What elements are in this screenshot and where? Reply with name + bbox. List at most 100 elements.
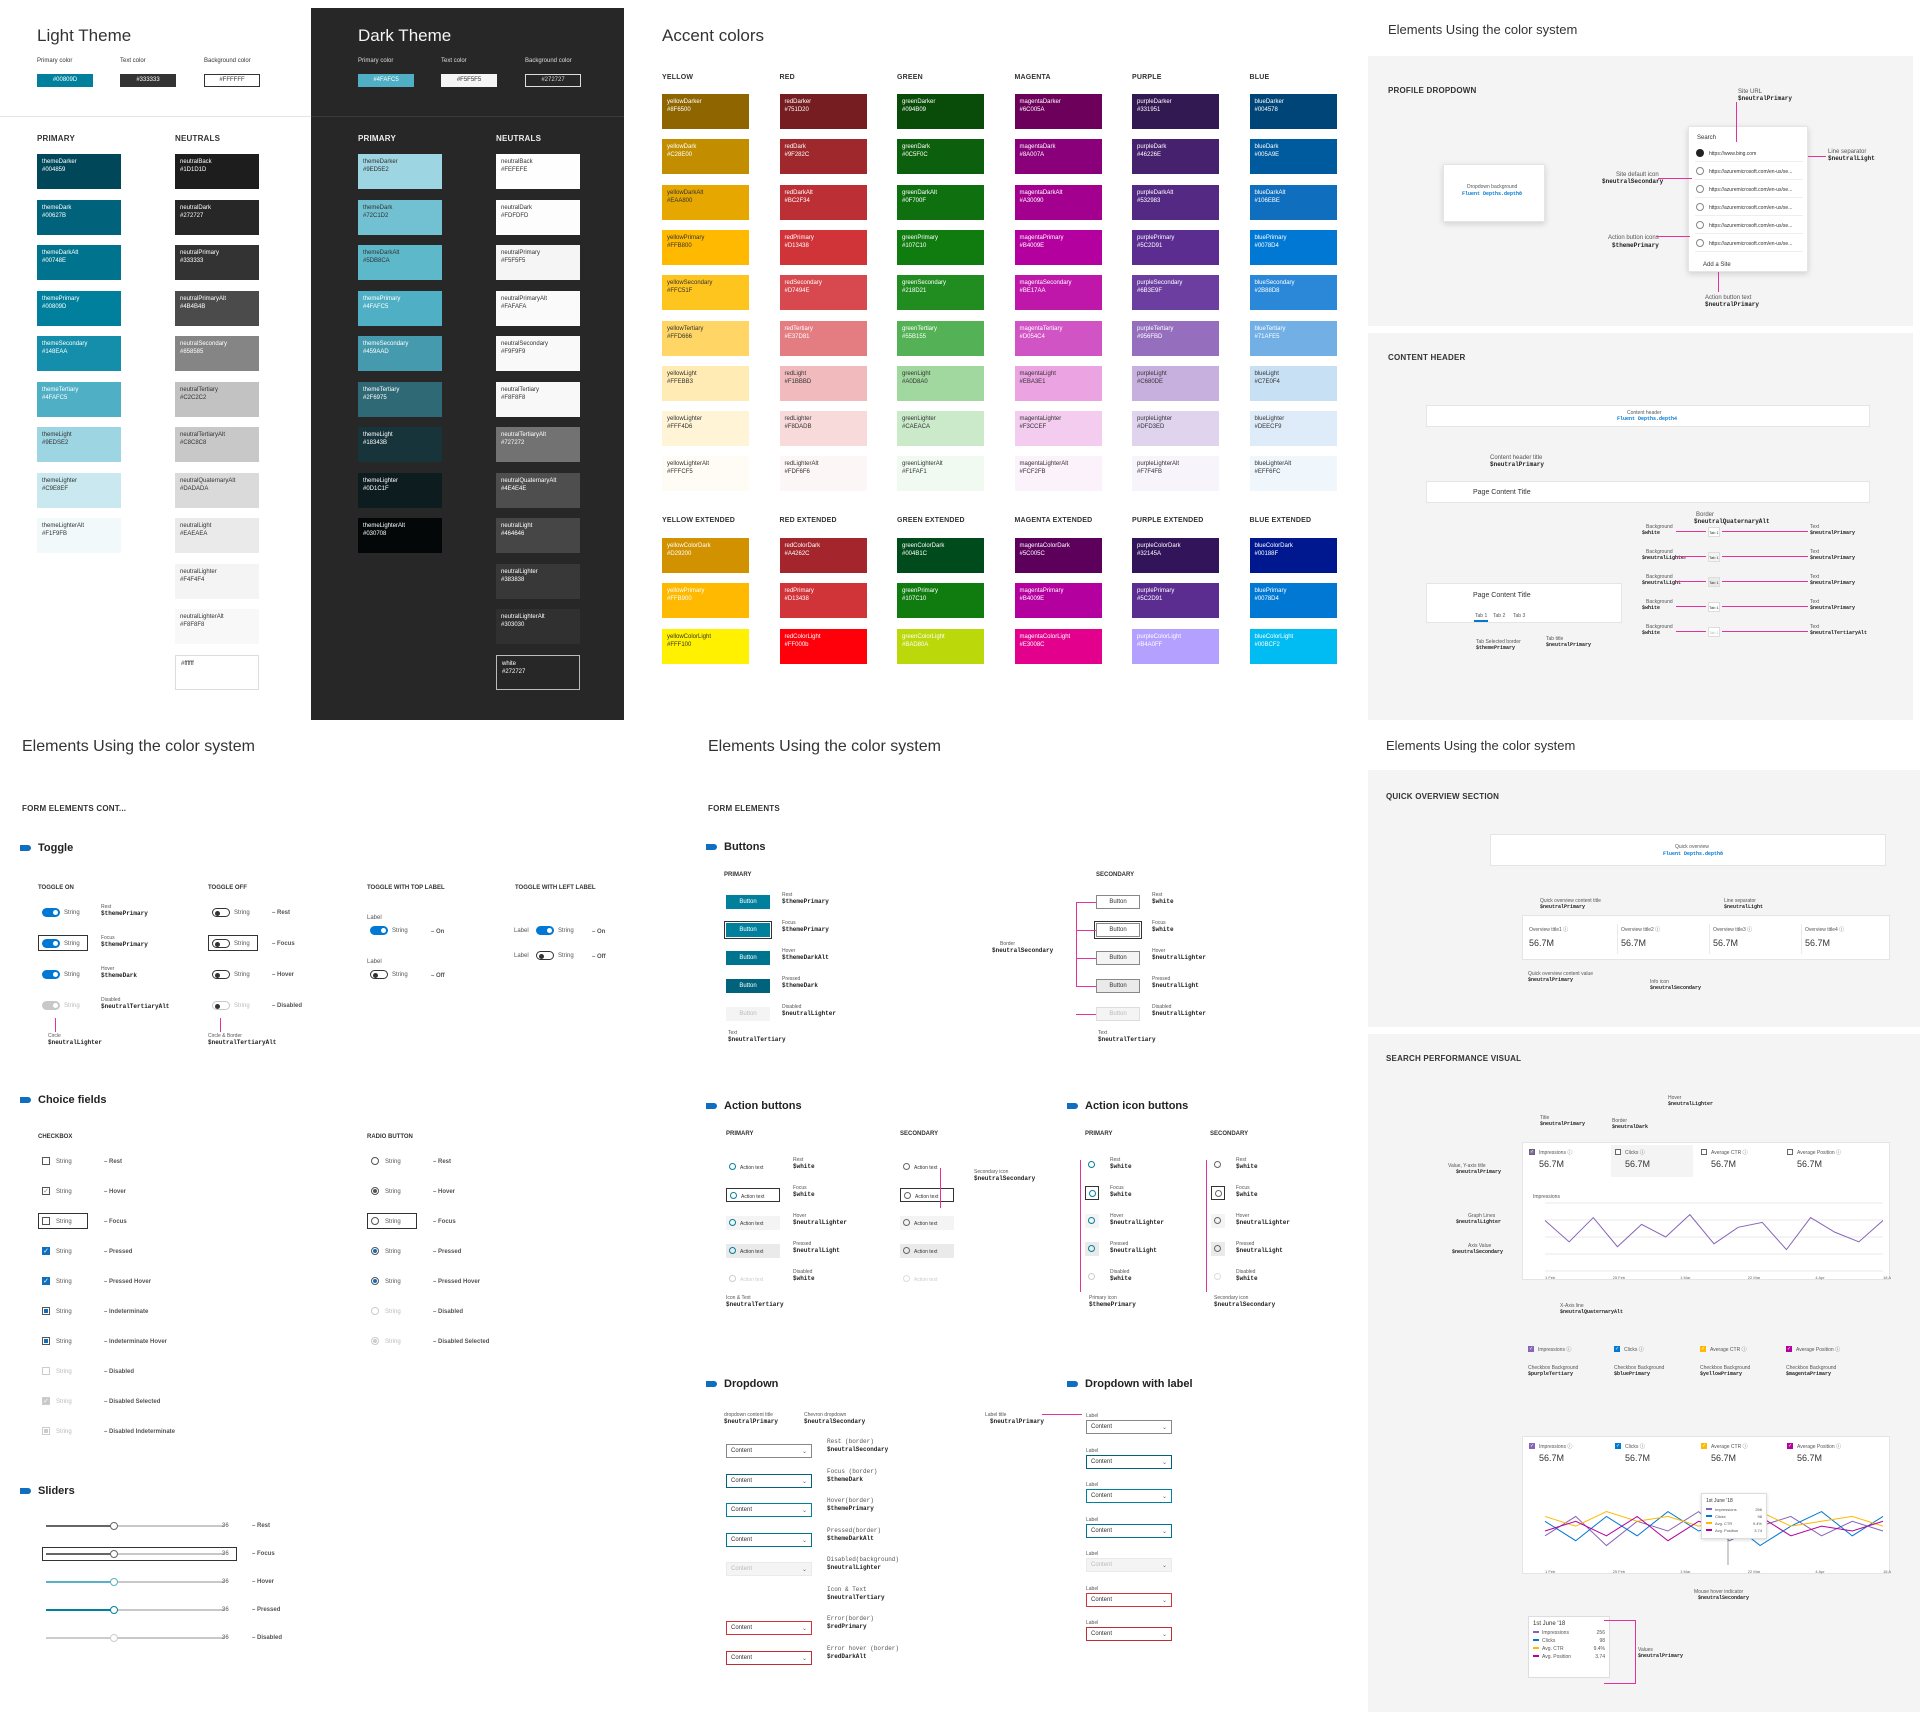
swatch-hex: #F1BBBD xyxy=(784,378,812,385)
toggle-switch[interactable] xyxy=(212,1001,230,1010)
toggle-switch[interactable] xyxy=(42,908,60,917)
toggle-switch[interactable] xyxy=(212,908,230,917)
toggle-switch[interactable] xyxy=(370,970,388,979)
text-color-label: Text color xyxy=(441,58,467,64)
slider-thumb[interactable] xyxy=(110,1578,118,1586)
primary-button[interactable]: Button xyxy=(726,895,770,909)
swatch-name: purpleLight xyxy=(1137,370,1167,377)
metric-checkbox[interactable]: ✓ xyxy=(1700,1346,1706,1352)
dropdown-field[interactable]: Content ⌄ xyxy=(726,1621,812,1635)
dropdown-field[interactable]: Content ⌄ xyxy=(1086,1523,1172,1538)
secondary-button[interactable]: Button xyxy=(1094,921,1142,939)
globe-icon xyxy=(1696,203,1704,211)
dropdown-field[interactable]: Content ⌄ xyxy=(726,1650,812,1665)
toggle-switch[interactable] xyxy=(42,970,60,979)
indeterminate-mark xyxy=(44,1309,48,1313)
radio-button[interactable] xyxy=(371,1157,379,1165)
secondary-button[interactable]: Button xyxy=(1096,979,1140,993)
dropdown-field[interactable]: Content ⌄ xyxy=(726,1562,812,1576)
action-button[interactable]: Action text xyxy=(726,1188,780,1202)
checkbox[interactable]: ✓ xyxy=(42,1397,50,1405)
radio-label: String xyxy=(385,1159,401,1165)
checkbox[interactable]: ✓ xyxy=(42,1247,50,1255)
tab-2[interactable]: Tab 2 xyxy=(1493,612,1505,620)
tab-1[interactable]: Tab 1 xyxy=(1475,612,1487,620)
icon-button[interactable] xyxy=(1085,1214,1099,1228)
dropdown-field[interactable]: Content ⌄ xyxy=(1086,1558,1172,1572)
tab-3[interactable]: Tab 3 xyxy=(1513,612,1525,620)
primary-button[interactable]: Button xyxy=(726,1007,770,1021)
icon-button[interactable] xyxy=(1211,1158,1225,1172)
toggle-label: String xyxy=(64,910,80,916)
secondary-action-button[interactable]: Action text xyxy=(900,1188,954,1202)
site-url[interactable]: https://azuremicrosoft.com/en-us/se... xyxy=(1709,222,1792,230)
radio-dot xyxy=(373,1279,377,1283)
toggle-switch[interactable] xyxy=(536,926,554,935)
checkbox[interactable]: ✓ xyxy=(42,1187,50,1195)
accent-swatch: purpleLighter #DFD3ED xyxy=(1132,411,1219,447)
icon-button[interactable] xyxy=(1085,1186,1099,1200)
slider-thumb[interactable] xyxy=(110,1606,118,1614)
icon-button[interactable] xyxy=(1211,1214,1225,1228)
icon-button[interactable] xyxy=(1085,1158,1099,1172)
dropdown-field[interactable]: Content ⌄ xyxy=(726,1503,812,1517)
callout-line xyxy=(1076,1014,1096,1015)
icon-button[interactable] xyxy=(1085,1242,1099,1256)
state-token: $themePrimary xyxy=(101,910,148,917)
slider-thumb[interactable] xyxy=(110,1634,118,1642)
checkbox[interactable] xyxy=(42,1367,50,1375)
page-content-title-bar: Page Content Title xyxy=(1426,481,1870,503)
state-token: $white xyxy=(1110,1163,1132,1170)
icon-button[interactable] xyxy=(1211,1186,1225,1200)
dropdown-field[interactable]: Content ⌄ xyxy=(726,1444,812,1458)
secondary-action-button[interactable]: Action text xyxy=(900,1272,954,1286)
action-button[interactable]: Action text xyxy=(726,1272,780,1286)
site-url[interactable]: https://azuremicrosoft.com/en-us/se... xyxy=(1709,204,1792,212)
secondary-button[interactable]: Button xyxy=(1096,951,1140,965)
site-url[interactable]: https://www.bing.com xyxy=(1709,150,1756,158)
toggle-switch[interactable] xyxy=(42,1001,60,1010)
secondary-button[interactable]: Button xyxy=(1096,1007,1140,1021)
primary-button[interactable]: Button xyxy=(726,951,770,965)
add-site-link[interactable]: Add a Site xyxy=(1703,261,1731,269)
icon-button[interactable] xyxy=(1211,1270,1225,1284)
dropdown-field[interactable]: Content ⌄ xyxy=(1086,1592,1172,1607)
primary-button[interactable]: Button xyxy=(726,979,770,993)
action-button[interactable]: Action text xyxy=(726,1244,780,1258)
overview-value: 56.7M xyxy=(1529,938,1555,948)
dropdown-field[interactable]: Content ⌄ xyxy=(1086,1420,1172,1434)
slider-thumb[interactable] xyxy=(110,1522,118,1530)
dropdown-field[interactable]: Content ⌄ xyxy=(1086,1489,1172,1503)
toggle-switch[interactable] xyxy=(370,926,388,935)
secondary-button[interactable]: Button xyxy=(1096,895,1140,909)
accent-swatch: redTertiary #E37D81 xyxy=(779,320,867,356)
secondary-action-button[interactable]: Action text xyxy=(900,1160,954,1174)
icon-button[interactable] xyxy=(1211,1242,1225,1256)
dropdown-field[interactable]: Content ⌄ xyxy=(1086,1627,1172,1641)
site-url[interactable]: https://azuremicrosoft.com/en-us/se... xyxy=(1709,168,1792,176)
primary-button[interactable]: Button xyxy=(724,921,772,939)
checkbox[interactable]: ✓ xyxy=(42,1277,50,1285)
swatch-name: yellowTertiary xyxy=(667,325,704,332)
tooltip-label: Clicks xyxy=(1542,1638,1556,1644)
search-box[interactable]: Search xyxy=(1697,134,1716,142)
toggle-switch[interactable] xyxy=(212,970,230,979)
dropdown-field[interactable]: Content ⌄ xyxy=(1086,1454,1172,1469)
action-button[interactable]: Action text xyxy=(726,1216,780,1230)
icon-button[interactable] xyxy=(1085,1270,1099,1284)
radio-button[interactable] xyxy=(371,1307,379,1315)
site-url[interactable]: https://azuremicrosoft.com/en-us/se... xyxy=(1709,240,1792,248)
site-url[interactable]: https://azuremicrosoft.com/en-us/se... xyxy=(1709,186,1792,194)
slider-thumb[interactable] xyxy=(110,1550,118,1558)
action-button[interactable]: Action text xyxy=(726,1160,780,1174)
metric-checkbox[interactable]: ✓ xyxy=(1528,1346,1534,1352)
secondary-action-button[interactable]: Action text xyxy=(900,1216,954,1230)
swatch-hex: #0D1C1F xyxy=(363,485,389,492)
dropdown-field[interactable]: Content ⌄ xyxy=(726,1532,812,1547)
checkbox[interactable] xyxy=(42,1157,50,1165)
secondary-action-button[interactable]: Action text xyxy=(900,1244,954,1258)
dropdown-field[interactable]: Content ⌄ xyxy=(726,1473,812,1488)
metric-checkbox[interactable]: ✓ xyxy=(1614,1346,1620,1352)
metric-checkbox[interactable]: ✓ xyxy=(1786,1346,1792,1352)
toggle-switch[interactable] xyxy=(536,951,554,960)
